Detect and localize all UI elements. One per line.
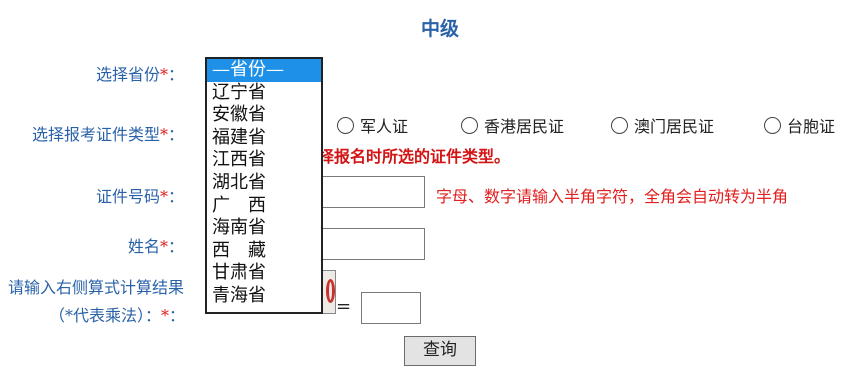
dropdown-option-liaoning[interactable]: 辽宁省	[207, 82, 321, 105]
radio-hongkong-id[interactable]: 香港居民证	[461, 113, 564, 137]
dropdown-option-gansu[interactable]: 甘肃省	[207, 262, 321, 285]
dropdown-option-jiangxi[interactable]: 江西省	[207, 149, 321, 172]
dropdown-option-hubei[interactable]: 湖北省	[207, 172, 321, 195]
radio-circle-icon[interactable]	[611, 117, 628, 134]
radio-circle-icon[interactable]	[764, 117, 781, 134]
province-label: 选择省份*：	[96, 61, 184, 85]
id-number-label: 证件号码*：	[96, 183, 184, 207]
dropdown-option-guangxi[interactable]: 广 西	[207, 195, 321, 218]
name-label-text: 姓名	[127, 237, 160, 256]
id-type-label-text: 选择报考证件类型	[31, 125, 160, 144]
id-number-label-text: 证件号码	[95, 187, 160, 206]
colon: ：	[167, 125, 184, 144]
captcha-answer-input[interactable]	[361, 292, 421, 324]
dropdown-option-xizang[interactable]: 西 藏	[207, 240, 321, 263]
required-mark: *	[159, 65, 168, 84]
radio-label: 台胞证	[787, 117, 836, 136]
radio-macau-id[interactable]: 澳门居民证	[611, 113, 714, 137]
page-title: 中级	[420, 18, 459, 40]
id-number-input[interactable]	[318, 176, 425, 208]
dropdown-option-province-placeholder[interactable]: —省份—	[207, 59, 321, 82]
radio-taiwan-id[interactable]: 台胞证	[764, 113, 835, 137]
name-input[interactable]	[318, 228, 425, 260]
radio-circle-icon[interactable]	[461, 117, 478, 134]
colon: ：	[167, 237, 184, 256]
captcha-label-text: （*代表乘法）：	[49, 306, 162, 325]
equals-sign: =	[336, 296, 352, 317]
colon: ：	[167, 187, 184, 206]
dropdown-option-anhui[interactable]: 安徽省	[207, 104, 321, 127]
required-mark: *	[159, 125, 168, 144]
id-type-label: 选择报考证件类型*：	[32, 121, 184, 145]
id-type-warning: 择报名时所选的证件类型。	[318, 147, 511, 166]
province-label-text: 选择省份	[95, 65, 160, 84]
captcha-image[interactable]	[322, 270, 336, 314]
captcha-label-line1: 请输入右侧算式计算结果	[8, 278, 185, 297]
radio-label: 澳门居民证	[634, 117, 715, 136]
id-number-hint: 字母、数字请输入半角字符，全角会自动转为半角	[436, 187, 789, 206]
dropdown-option-hainan[interactable]: 海南省	[207, 217, 321, 240]
radio-military-id[interactable]: 军人证	[337, 113, 408, 137]
radio-circle-icon[interactable]	[337, 117, 354, 134]
dropdown-option-fujian[interactable]: 福建省	[207, 127, 321, 150]
required-mark: *	[161, 306, 170, 325]
province-dropdown-list[interactable]: —省份— 辽宁省 安徽省 福建省 江西省 湖北省 广 西 海南省 西 藏 甘肃省…	[205, 57, 323, 314]
name-label: 姓名*：	[128, 233, 184, 257]
radio-label: 军人证	[360, 117, 409, 136]
radio-label: 香港居民证	[484, 117, 565, 136]
colon: ：	[169, 306, 186, 325]
colon: ：	[167, 65, 184, 84]
required-mark: *	[159, 237, 168, 256]
captcha-label-line2: （*代表乘法）：*：	[49, 302, 185, 326]
required-mark: *	[159, 187, 168, 206]
dropdown-option-qinghai[interactable]: 青海省	[207, 285, 321, 308]
query-button[interactable]: 查询	[404, 336, 476, 366]
